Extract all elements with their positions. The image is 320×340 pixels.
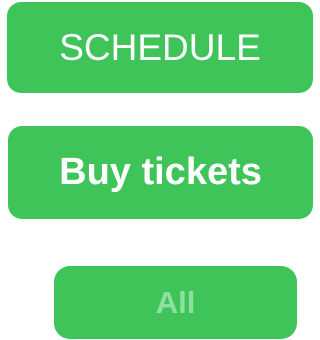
schedule-button[interactable]: SCHEDULE <box>7 2 313 93</box>
button-panel: SCHEDULE Buy tickets All <box>0 0 318 340</box>
all-button[interactable]: All <box>54 266 297 339</box>
buy-tickets-button[interactable]: Buy tickets <box>8 126 313 219</box>
schedule-button-label: SCHEDULE <box>59 26 261 68</box>
buy-tickets-button-label: Buy tickets <box>59 151 262 193</box>
all-button-label: All <box>155 284 196 320</box>
